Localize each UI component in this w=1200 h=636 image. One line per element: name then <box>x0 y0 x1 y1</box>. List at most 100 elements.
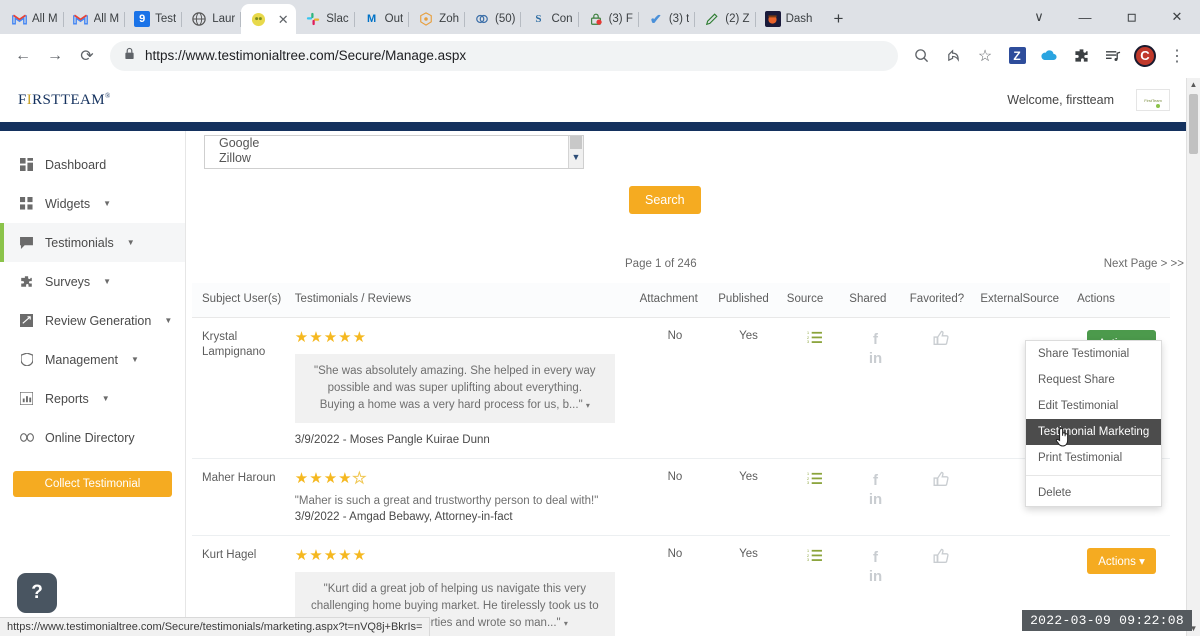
expand-caret-icon[interactable]: ▾ <box>564 619 568 628</box>
facebook-icon[interactable]: f <box>849 548 901 567</box>
search-icon[interactable] <box>906 41 936 71</box>
facebook-icon[interactable]: f <box>849 471 901 490</box>
sidebar-item-label: Surveys <box>45 274 91 289</box>
subject-user-name: Maher Haroun <box>202 472 276 484</box>
ordered-list-icon[interactable]: 123 <box>807 331 822 348</box>
firstteam-logo[interactable]: FIRSTTEAM® <box>18 92 111 109</box>
profile-avatar[interactable]: C <box>1130 41 1160 71</box>
ordered-list-icon[interactable]: 123 <box>807 549 822 566</box>
sidebar-item-dashboard[interactable]: Dashboard <box>0 145 185 184</box>
menu-item-testimonial-marketing[interactable]: Testimonial Marketing <box>1026 419 1161 445</box>
tab-title: Slac <box>326 13 349 25</box>
browser-tab[interactable]: S Con <box>521 4 579 34</box>
scroll-up-arrow[interactable]: ▲ <box>1187 78 1200 92</box>
sidebar-item-management[interactable]: Management ▼ <box>0 340 185 379</box>
chevron-down-icon: ▼ <box>103 277 112 286</box>
column-header-testimonials[interactable]: Testimonials / Reviews <box>290 283 636 318</box>
tab-title: Laur <box>212 13 236 25</box>
menu-item-print-testimonial[interactable]: Print Testimonial <box>1026 445 1161 471</box>
browser-tab[interactable]: Laur <box>182 4 242 34</box>
next-page-link[interactable]: Next Page > >> <box>1104 258 1184 270</box>
help-button[interactable]: ? <box>17 573 57 613</box>
puzzle-extension-icon[interactable] <box>1066 41 1096 71</box>
bookmark-star-icon[interactable]: ☆ <box>970 41 1000 71</box>
scrollbar-thumb[interactable] <box>570 136 582 149</box>
browser-tab[interactable]: All M <box>2 4 64 34</box>
onedrive-extension-icon[interactable] <box>1034 41 1064 71</box>
browser-tab[interactable]: ✔ (3) t <box>639 4 696 34</box>
svg-text:1: 1 <box>807 331 809 335</box>
listbox-scrollbar[interactable]: ▼ <box>568 136 583 168</box>
browser-menu-icon[interactable]: ⋮ <box>1162 41 1192 71</box>
browser-tab[interactable]: Zoh <box>409 4 465 34</box>
tab-title: Out <box>384 13 404 25</box>
minimize-button[interactable]: — <box>1062 1 1108 33</box>
share-icon[interactable] <box>938 41 968 71</box>
column-header-attachment[interactable]: Attachment <box>635 283 715 318</box>
column-header-actions[interactable]: Actions <box>1073 283 1170 318</box>
column-header-shared[interactable]: Shared <box>845 283 906 318</box>
menu-item-edit-testimonial[interactable]: Edit Testimonial <box>1026 393 1161 419</box>
testimonial-quote[interactable]: "She was absolutely amazing. She helped … <box>294 354 615 423</box>
sidebar-item-widgets[interactable]: Widgets ▼ <box>0 184 185 223</box>
search-button[interactable]: Search <box>629 186 701 214</box>
listbox-option[interactable]: Zillow <box>205 151 583 166</box>
thumbs-up-icon[interactable] <box>933 471 950 491</box>
column-header-published[interactable]: Published <box>714 283 783 318</box>
column-header-source[interactable]: Source <box>782 283 846 318</box>
column-header-favorited[interactable]: Favorited? <box>905 283 977 318</box>
sidebar-item-testimonials[interactable]: Testimonials ▼ <box>0 223 185 262</box>
browser-tab[interactable]: 9 Test <box>125 4 183 34</box>
close-window-button[interactable]: ✕ <box>1154 1 1200 33</box>
reload-icon[interactable]: ⟳ <box>72 41 102 71</box>
collect-testimonial-button[interactable]: Collect Testimonial <box>13 471 172 497</box>
browser-tab[interactable]: (50) <box>465 4 522 34</box>
actions-button[interactable]: Actions ▾ <box>1087 548 1156 574</box>
browser-tab[interactable]: Slac <box>296 4 355 34</box>
thumbs-up-icon[interactable] <box>933 548 950 568</box>
source-filter-listbox[interactable]: Google Zillow ▼ <box>204 135 584 169</box>
browser-tab-active[interactable]: ✕ <box>241 4 297 34</box>
lock-icon <box>124 47 135 65</box>
facebook-icon[interactable]: f <box>849 330 901 349</box>
menu-item-delete[interactable]: Delete <box>1026 480 1161 506</box>
sidebar-item-online-directory[interactable]: Online Directory <box>0 418 185 457</box>
chevron-down-icon[interactable]: ∨ <box>1016 1 1062 33</box>
address-bar[interactable]: https://www.testimonialtree.com/Secure/M… <box>110 40 898 71</box>
linkedin-icon[interactable]: in <box>849 490 901 509</box>
star-rating: ★★★★★ <box>294 329 368 346</box>
browser-tab[interactable]: (2) Z <box>695 4 756 34</box>
sidebar-item-surveys[interactable]: Surveys ▼ <box>0 262 185 301</box>
site-header-right: Welcome, firstteam FirstTeam <box>1007 89 1170 111</box>
browser-tab[interactable]: (3) F <box>579 4 639 34</box>
new-tab-button[interactable]: + <box>824 5 852 33</box>
cell-published: Yes <box>714 535 783 636</box>
actions-dropdown-menu[interactable]: Share Testimonial Request Share Edit Tes… <box>1025 340 1162 507</box>
menu-item-share-testimonial[interactable]: Share Testimonial <box>1026 341 1161 367</box>
maximize-button[interactable] <box>1108 1 1154 33</box>
forward-icon[interactable]: → <box>40 41 70 71</box>
expand-caret-icon[interactable]: ▾ <box>586 401 590 410</box>
testimonial-quote[interactable]: "Maher is such a great and trustworthy p… <box>295 493 632 509</box>
linkedin-icon[interactable]: in <box>849 349 901 368</box>
listbox-option[interactable]: Google <box>205 136 583 151</box>
back-icon[interactable]: ← <box>8 41 38 71</box>
menu-item-request-share[interactable]: Request Share <box>1026 367 1161 393</box>
sidebar-item-reports[interactable]: Reports ▼ <box>0 379 185 418</box>
sidebar-item-review-generation[interactable]: Review Generation ▼ <box>0 301 185 340</box>
ordered-list-icon[interactable]: 123 <box>807 472 822 489</box>
browser-tab[interactable]: Dash <box>756 4 819 34</box>
close-icon[interactable]: ✕ <box>276 13 290 26</box>
page-scrollbar[interactable]: ▲ ▼ <box>1186 78 1200 636</box>
playlist-icon[interactable] <box>1098 41 1128 71</box>
column-header-subject-users[interactable]: Subject User(s) <box>192 283 291 318</box>
column-header-externalsource[interactable]: ExternalSource <box>976 283 1074 318</box>
browser-tab[interactable]: M Out <box>355 4 410 34</box>
chevron-down-icon[interactable]: ▼ <box>569 152 583 162</box>
listbox-option-partial[interactable] <box>205 166 583 168</box>
scrollbar-thumb[interactable] <box>1189 94 1198 154</box>
linkedin-icon[interactable]: in <box>849 567 901 586</box>
thumbs-up-icon[interactable] <box>933 330 950 350</box>
browser-tab[interactable]: All M <box>64 4 126 34</box>
zoho-extension-icon[interactable]: Z <box>1002 41 1032 71</box>
